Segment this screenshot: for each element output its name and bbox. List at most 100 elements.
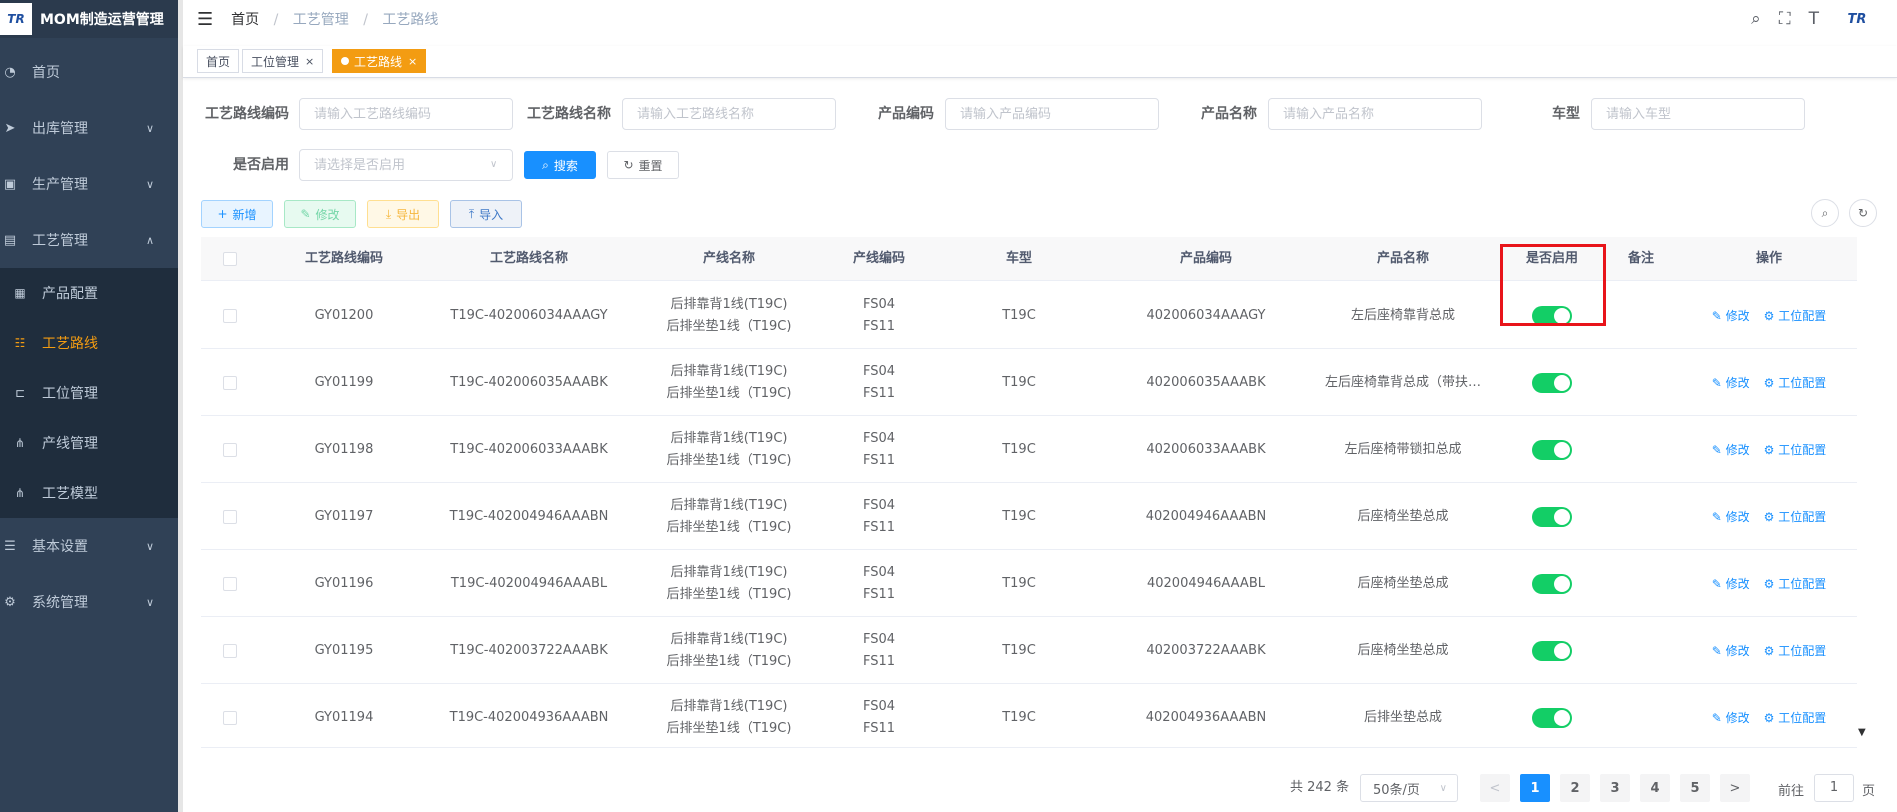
sidebar-item-station[interactable]: ⊏ 工位管理 — [0, 368, 178, 418]
row-checkbox[interactable] — [201, 684, 259, 747]
row-station-config-link[interactable]: ⚙ 工位配置 — [1764, 305, 1827, 327]
row-checkbox[interactable] — [201, 349, 259, 416]
enabled-switch[interactable] — [1532, 707, 1572, 728]
table-row[interactable]: GY01200 T19C-402006034AAAGY 后排靠背1线(T19C) 后排… — [201, 282, 1857, 349]
row-edit-link[interactable]: ✎ 修改 — [1712, 707, 1750, 729]
tag-process-route[interactable]: 工艺路线 × — [332, 49, 427, 73]
column-header[interactable]: 产线编码 — [829, 237, 929, 281]
search-icon[interactable]: ⌕ — [1751, 9, 1761, 29]
sidebar-item-process-route[interactable]: ☷ 工艺路线 — [0, 318, 178, 368]
refresh-button[interactable]: ↻ — [1849, 199, 1877, 227]
actions-cell: ✎ 修改 ⚙ 工位配置 — [1681, 684, 1857, 747]
column-header[interactable]: 操作 — [1681, 237, 1857, 281]
row-edit-link[interactable]: ✎ 修改 — [1712, 372, 1750, 394]
search-button[interactable]: ⌕ 搜索 — [524, 151, 596, 179]
page-button[interactable]: 4 — [1640, 774, 1670, 802]
reset-button[interactable]: ↻ 重置 — [607, 151, 679, 179]
edit-button[interactable]: ✎ 修改 — [284, 200, 356, 228]
font-size-icon[interactable]: T — [1809, 9, 1819, 29]
row-checkbox[interactable] — [201, 550, 259, 617]
tag-station[interactable]: 工位管理 × — [242, 49, 324, 73]
row-edit-link[interactable]: ✎ 修改 — [1712, 506, 1750, 528]
breadcrumb-item[interactable]: 工艺管理 — [293, 12, 349, 28]
product-code-cell: 402004946AAABL — [1146, 575, 1265, 591]
enabled-switch[interactable] — [1532, 506, 1572, 527]
route-code-input[interactable] — [299, 98, 513, 130]
sidebar-item-label: 工位管理 — [42, 386, 98, 402]
tag-home[interactable]: 首页 — [197, 49, 240, 73]
toggle-search-button[interactable]: ⌕ — [1811, 199, 1839, 227]
model-input[interactable] — [1591, 98, 1805, 130]
enabled-switch[interactable] — [1532, 372, 1572, 393]
sidebar-item-production[interactable]: ▣ 生产管理 ∨ — [0, 156, 178, 212]
route-name-input[interactable] — [622, 98, 836, 130]
sidebar-item-process[interactable]: ▤ 工艺管理 ∧ — [0, 212, 178, 268]
edit-icon: ✎ — [1711, 442, 1726, 457]
select-all-checkbox[interactable] — [201, 237, 259, 281]
table-row[interactable]: GY01197 T19C-402004946AAABN 后排靠背1线(T19C) 后排… — [201, 483, 1857, 550]
add-button[interactable]: + 新增 — [201, 200, 273, 228]
table-row[interactable]: GY01195 T19C-402003722AAABK 后排靠背1线(T19C) 后排… — [201, 617, 1857, 684]
column-header[interactable]: 备注 — [1601, 237, 1681, 281]
column-header[interactable]: 产品编码 — [1109, 237, 1303, 281]
fullscreen-icon[interactable]: ⛶ — [1779, 9, 1791, 29]
column-header[interactable]: 车型 — [929, 237, 1109, 281]
product-name-input[interactable] — [1268, 98, 1482, 130]
row-checkbox[interactable] — [201, 483, 259, 550]
close-icon[interactable]: × — [408, 55, 417, 68]
row-station-config-link[interactable]: ⚙ 工位配置 — [1764, 372, 1827, 394]
breadcrumb-item[interactable]: 首页 — [231, 12, 259, 28]
sidebar-item-basic-settings[interactable]: ☰ 基本设置 ∨ — [0, 518, 178, 574]
row-station-config-link[interactable]: ⚙ 工位配置 — [1764, 573, 1827, 595]
page-button[interactable]: 5 — [1680, 774, 1710, 802]
column-header[interactable]: 工艺路线编码 — [259, 237, 429, 281]
column-header[interactable]: 产品名称 — [1303, 237, 1503, 281]
hamburger-icon[interactable]: ☰ — [197, 9, 213, 30]
table-row[interactable]: GY01198 T19C-402006033AAABK 后排靠背1线(T19C) 后排… — [201, 416, 1857, 483]
prev-page-button[interactable]: < — [1480, 774, 1510, 802]
row-station-config-link[interactable]: ⚙ 工位配置 — [1764, 506, 1827, 528]
enabled-switch[interactable] — [1532, 573, 1572, 594]
page-button[interactable]: 3 — [1600, 774, 1630, 802]
close-icon[interactable]: × — [305, 55, 314, 68]
page-button[interactable]: 1 — [1520, 774, 1550, 802]
product-code-input[interactable] — [945, 98, 1159, 130]
row-edit-link[interactable]: ✎ 修改 — [1712, 573, 1750, 595]
breadcrumb-separator: / — [273, 12, 279, 28]
column-header[interactable]: 产线名称 — [629, 237, 829, 281]
sidebar-item-product-config[interactable]: ▦ 产品配置 — [0, 268, 178, 318]
import-button[interactable]: ⤒ 导入 — [450, 200, 522, 228]
sidebar-item-outbound[interactable]: ➤ 出库管理 ∨ — [0, 100, 178, 156]
table-row[interactable]: GY01196 T19C-402004946AAABL 后排靠背1线(T19C) 后排… — [201, 550, 1857, 617]
sidebar-item-system[interactable]: ⚙ 系统管理 ∨ — [0, 574, 178, 630]
table-row[interactable]: GY01194 T19C-402004936AAABN 后排靠背1线(T19C) 后排… — [201, 684, 1857, 747]
scroll-down-icon[interactable]: ▼ — [1858, 727, 1866, 738]
actions-cell: ✎ 修改 ⚙ 工位配置 — [1681, 416, 1857, 483]
actions-cell: ✎ 修改 ⚙ 工位配置 — [1681, 483, 1857, 550]
row-checkbox[interactable] — [201, 617, 259, 684]
sidebar-item-process-model[interactable]: ⋔ 工艺模型 — [0, 468, 178, 518]
row-checkbox[interactable] — [201, 416, 259, 483]
table-row[interactable]: GY01199 T19C-402006035AAABK 后排靠背1线(T19C) 后排… — [201, 349, 1857, 416]
page-size-select[interactable]: 50条/页 ∨ — [1360, 774, 1458, 802]
sidebar-item-home[interactable]: ◔ 首页 — [0, 44, 178, 100]
row-station-config-link[interactable]: ⚙ 工位配置 — [1764, 707, 1827, 729]
column-header[interactable]: 工艺路线名称 — [429, 237, 629, 281]
row-station-config-link[interactable]: ⚙ 工位配置 — [1764, 640, 1827, 662]
sidebar-item-label: 生产管理 — [32, 177, 88, 193]
export-button[interactable]: ⤓ 导出 — [367, 200, 439, 228]
sidebar-item-line[interactable]: ⋔ 产线管理 — [0, 418, 178, 468]
row-station-config-link[interactable]: ⚙ 工位配置 — [1764, 439, 1827, 461]
next-page-button[interactable]: > — [1720, 774, 1750, 802]
page-button[interactable]: 2 — [1560, 774, 1590, 802]
enabled-switch[interactable] — [1532, 439, 1572, 460]
enabled-select[interactable] — [299, 149, 513, 181]
row-edit-link[interactable]: ✎ 修改 — [1712, 439, 1750, 461]
row-edit-link[interactable]: ✎ 修改 — [1712, 640, 1750, 662]
row-edit-link[interactable]: ✎ 修改 — [1712, 305, 1750, 327]
enabled-switch[interactable] — [1532, 640, 1572, 661]
goto-page-input[interactable]: 1 — [1814, 774, 1854, 802]
row-checkbox[interactable] — [201, 282, 259, 349]
avatar[interactable]: TR — [1837, 6, 1877, 32]
remark-cell — [1601, 483, 1681, 550]
